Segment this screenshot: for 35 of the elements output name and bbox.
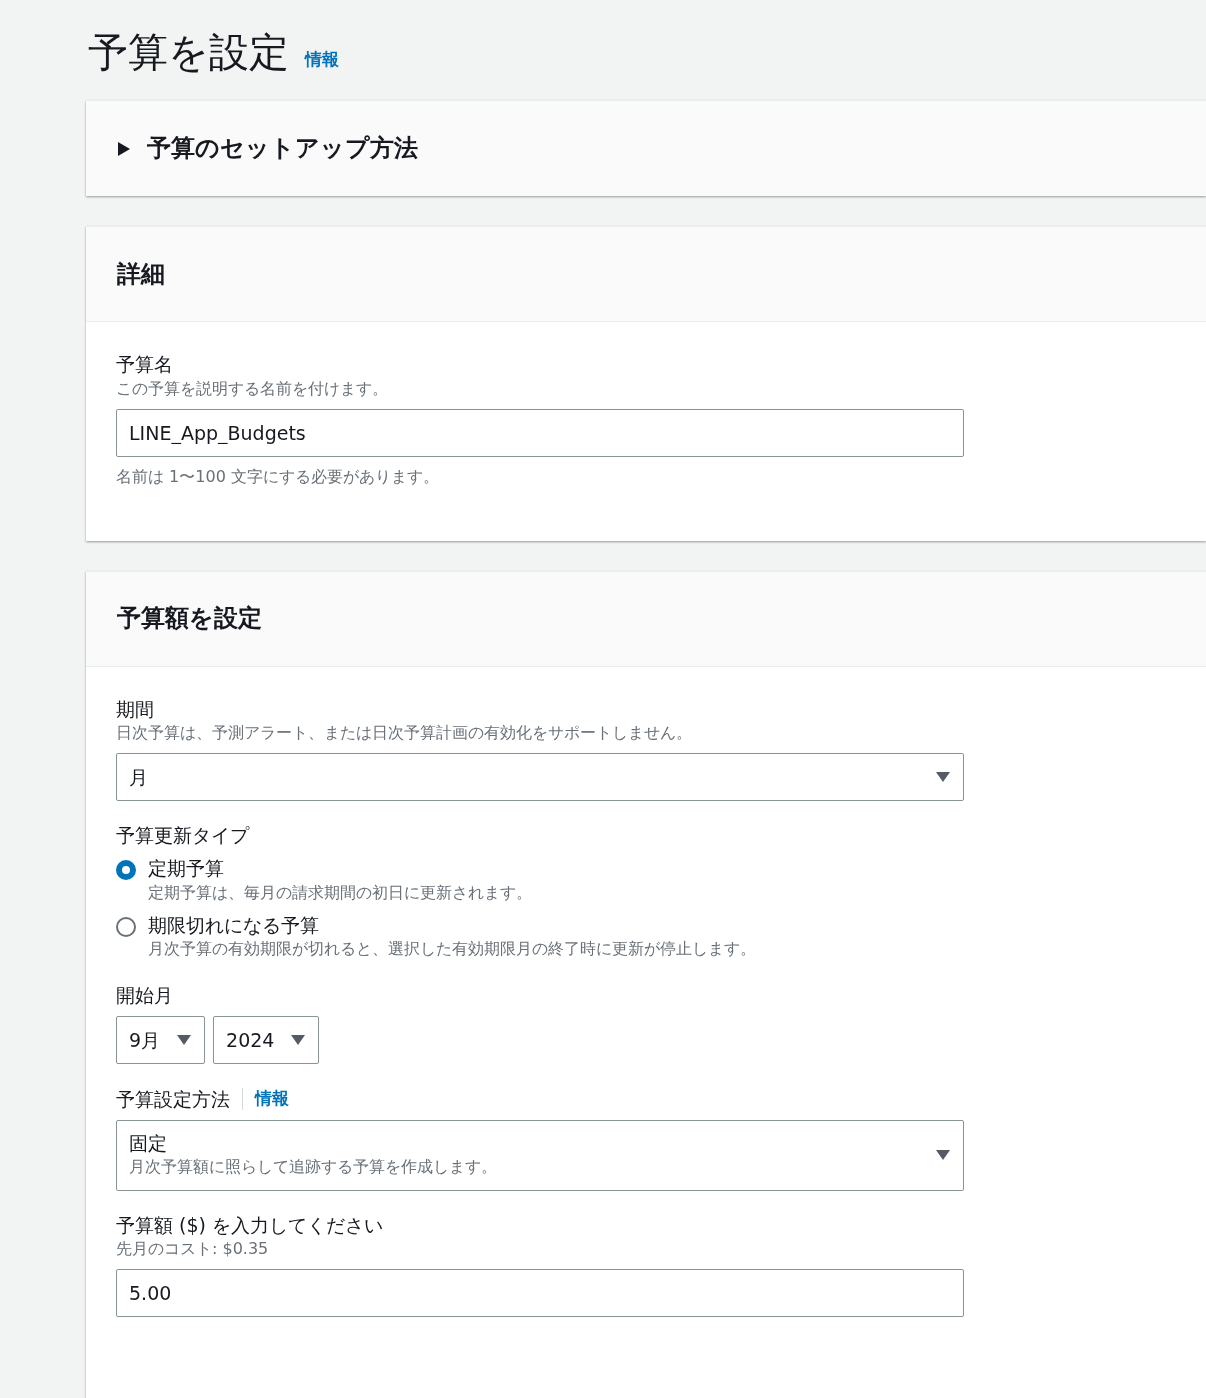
info-link[interactable]: 情報 [305,46,339,72]
text-field[interactable]: 5.00 [116,1269,964,1318]
field-label: 期間 [116,696,155,722]
field-label: 予算額 ($) を入力してください [116,1212,384,1238]
field-label: 予算更新タイプ [116,823,251,849]
section-title: 予算額を設定 [117,604,262,634]
field-description: 先月のコスト: $0.35 [116,1238,270,1261]
dropdown-value-description: 月次予算額に照らして追跡する予算を作成します。 [129,1156,497,1179]
dropdown-field[interactable]: 2024 [213,1016,320,1065]
field-description: この予算を説明する名前を付けます。 [116,377,389,400]
caret-right-icon[interactable] [117,141,131,156]
text-field[interactable]: LINE_App_Budgets [116,408,964,457]
field-label: 予算設定方法 [116,1086,230,1112]
field-description: 日次予算は、予測アラート、または日次予算計画の有効化をサポートしません。 [116,722,693,745]
constraint-text: 名前は 1〜100 文字にする必要があります。 [116,465,440,488]
field-label: 予算名 [116,352,174,377]
caret-down-icon [935,771,951,784]
section-title: 詳細 [117,259,165,289]
dropdown-value: 固定 [129,1130,168,1156]
caret-down-icon [935,1149,951,1162]
dropdown-field[interactable]: 固定 月次予算額に照らして追跡する予算を作成します。 [116,1119,964,1191]
dropdown-field[interactable]: 月 [116,753,964,802]
section-title[interactable]: 予算のセットアップ方法 [147,134,418,163]
page-title: 予算を設定 [88,28,289,76]
radio-button[interactable] [116,860,136,881]
caret-down-icon [290,1034,307,1047]
radio-label[interactable]: 期限切れになる予算 [148,912,756,938]
radio-description: 定期予算は、毎月の請求期間の初日に更新されます。 [148,881,532,904]
dropdown-field[interactable]: 9月 [116,1016,206,1065]
radio-label[interactable]: 定期予算 [148,856,532,881]
caret-down-icon [176,1034,193,1047]
field-label: 開始月 [116,983,174,1009]
radio-button[interactable] [116,916,136,937]
info-link[interactable]: 情報 [255,1086,289,1112]
radio-description: 月次予算の有効期限が切れると、選択した有効期限月の終了時に更新が停止します。 [148,938,756,961]
